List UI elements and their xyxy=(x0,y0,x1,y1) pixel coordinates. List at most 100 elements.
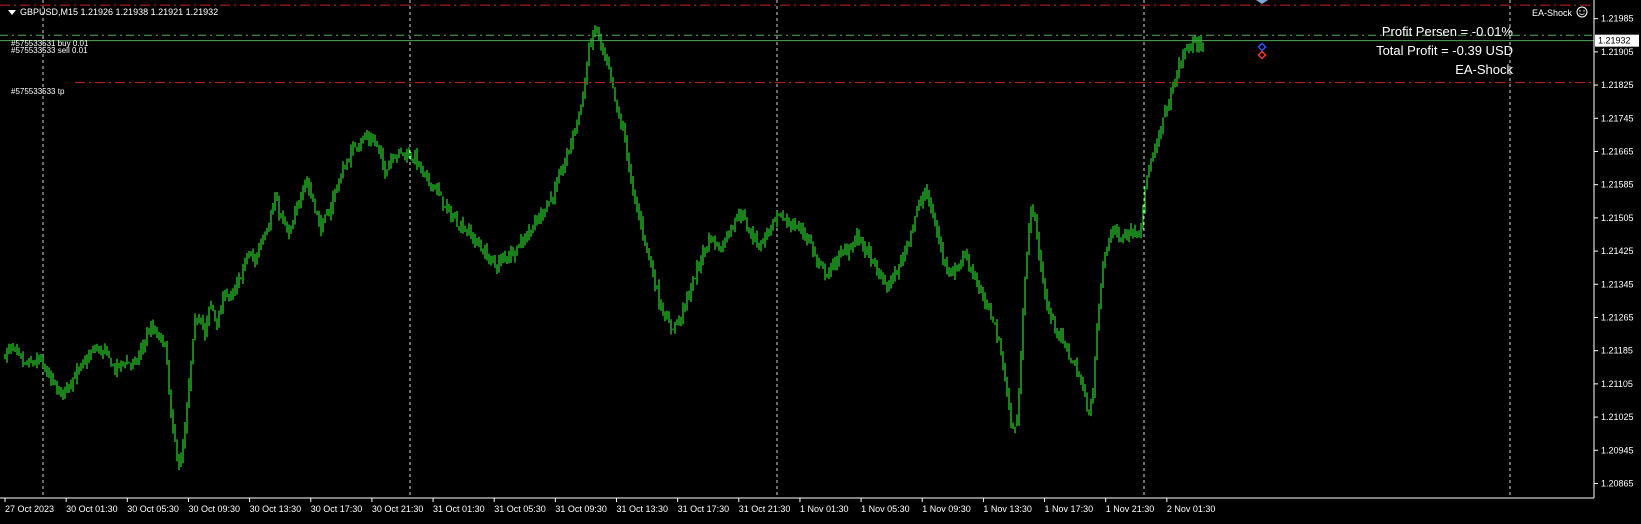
candle-body xyxy=(702,251,704,263)
candle-body xyxy=(300,197,302,203)
candle-body xyxy=(726,232,728,242)
time-tick-label: 30 Oct 01:30 xyxy=(66,504,118,514)
time-tick-label: 27 Oct 2023 xyxy=(5,504,54,514)
candle-body xyxy=(714,238,716,246)
candle-body xyxy=(198,317,200,322)
candle-body xyxy=(746,219,748,229)
candle-body xyxy=(866,247,868,251)
candle-body xyxy=(712,237,714,243)
candle-body xyxy=(332,196,334,208)
candle-body xyxy=(572,131,574,145)
price-tick-label: 1.21025 xyxy=(1601,412,1634,422)
candle-body xyxy=(1026,253,1028,279)
candle-body xyxy=(876,264,878,271)
candle-body xyxy=(720,249,722,252)
symbol-line: GBPUSD,M15 1.21926 1.21938 1.21921 1.219… xyxy=(20,7,218,17)
candle-body xyxy=(1184,49,1186,53)
candle-body xyxy=(978,283,980,288)
price-tick-label: 1.21505 xyxy=(1601,213,1634,223)
candle-body xyxy=(794,221,796,229)
candle-body xyxy=(562,169,564,171)
candle-body xyxy=(834,263,836,266)
candle-body xyxy=(324,216,326,220)
candle-body xyxy=(552,197,554,199)
candle-body xyxy=(248,254,250,257)
candle-body xyxy=(976,278,978,285)
candle-body xyxy=(32,362,34,364)
candle-body xyxy=(1128,229,1130,239)
candle-body xyxy=(214,311,216,318)
candle-body xyxy=(764,233,766,244)
price-tick-label: 1.21985 xyxy=(1601,14,1634,24)
price-chart[interactable]: 1.21985 1.21905 1.21825 1.21745 1.21665 1.215… xyxy=(0,0,1641,524)
candle-body xyxy=(594,30,596,32)
candle-body xyxy=(510,250,512,258)
candle-body xyxy=(226,293,228,296)
candle-body xyxy=(1150,160,1152,171)
candle-body xyxy=(1042,266,1044,283)
candle-body xyxy=(1114,227,1116,230)
candle-body xyxy=(242,268,244,279)
candle-body xyxy=(410,154,412,159)
candle-body xyxy=(234,289,236,294)
candle-body xyxy=(288,229,290,233)
candle-body xyxy=(302,189,304,198)
candle-body xyxy=(928,190,930,203)
candle-body xyxy=(60,389,62,392)
candle-body xyxy=(958,263,960,271)
time-tick-label: 1 Nov 01:30 xyxy=(800,504,849,514)
candle-body xyxy=(364,136,366,138)
candle-body xyxy=(334,189,336,197)
candle-body xyxy=(1142,209,1144,225)
candle-body xyxy=(950,270,952,273)
candle-body xyxy=(1192,42,1194,49)
candle-body xyxy=(512,249,514,256)
candle-body xyxy=(710,236,712,242)
candle-body xyxy=(1166,106,1168,111)
candle-body xyxy=(366,135,368,138)
candle-body xyxy=(456,217,458,226)
candle-body xyxy=(52,378,54,380)
candle-body xyxy=(864,245,866,252)
candle-body xyxy=(452,217,454,219)
candle-body xyxy=(444,205,446,208)
candle-body xyxy=(188,383,190,407)
candle-body xyxy=(860,237,862,240)
candle-body xyxy=(1170,91,1172,105)
candle-body xyxy=(352,145,354,151)
candle-body xyxy=(1046,294,1048,305)
candle-body xyxy=(962,256,964,261)
candle-body xyxy=(852,242,854,249)
candle-body xyxy=(190,361,192,385)
candle-body xyxy=(856,234,858,241)
candle-body xyxy=(996,323,998,338)
candle-body xyxy=(750,231,752,234)
candle-body xyxy=(960,260,962,264)
candle-body xyxy=(1088,411,1090,413)
candle-body xyxy=(708,237,710,248)
candle-body xyxy=(588,44,590,65)
candle-body xyxy=(192,339,194,363)
candle-body xyxy=(336,189,338,191)
candle-body xyxy=(96,348,98,350)
candle-body xyxy=(694,278,696,280)
candle-body xyxy=(810,238,812,243)
candle-body xyxy=(656,286,658,288)
candle-body xyxy=(546,204,548,212)
candle-body xyxy=(938,230,940,241)
candle-body xyxy=(376,140,378,146)
candle-body xyxy=(682,306,684,321)
candle-body xyxy=(244,259,246,268)
candle-body xyxy=(1094,357,1096,393)
candle-body xyxy=(238,277,240,283)
candle-body xyxy=(316,212,318,215)
candle-body xyxy=(926,190,928,194)
price-tick-label: 1.21185 xyxy=(1601,346,1633,356)
candle-body xyxy=(424,171,426,176)
candle-body xyxy=(220,310,222,315)
candle-body xyxy=(1064,341,1066,344)
candle-body xyxy=(386,169,388,175)
candle-body xyxy=(644,235,646,244)
candle-body xyxy=(400,150,402,152)
candle-body xyxy=(952,271,954,276)
